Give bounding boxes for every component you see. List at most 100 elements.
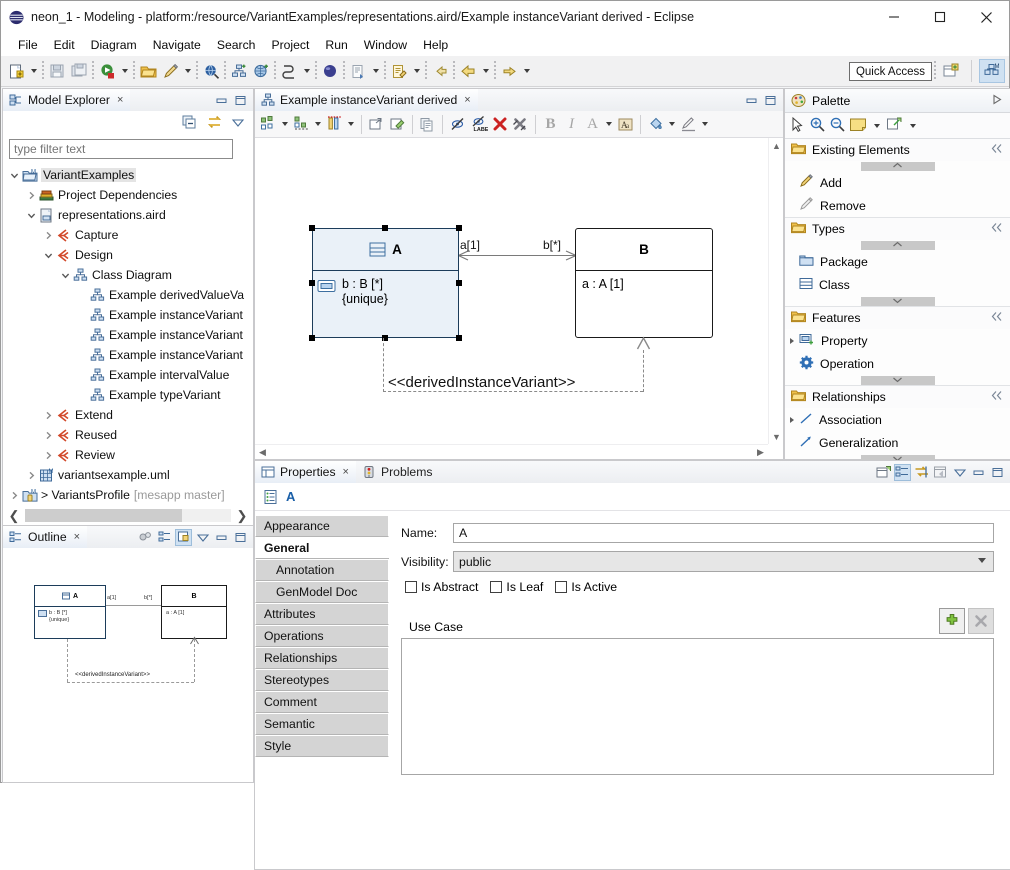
quick-access-input[interactable]: Quick Access bbox=[848, 61, 932, 81]
minimize-view-icon[interactable] bbox=[213, 529, 230, 546]
tree-item[interactable]: Review bbox=[3, 445, 253, 465]
scroll-up-icon[interactable]: ▲ bbox=[769, 138, 784, 153]
tab-model-explorer[interactable]: Model Explorer × bbox=[3, 89, 131, 111]
collapse-arrow-icon[interactable] bbox=[7, 485, 21, 505]
modeling-perspective-icon[interactable]: M bbox=[979, 59, 1005, 83]
annotate-icon[interactable] bbox=[388, 60, 410, 82]
note-icon[interactable] bbox=[849, 117, 867, 135]
menu-edit[interactable]: Edit bbox=[46, 36, 83, 54]
pencil-icon[interactable] bbox=[159, 60, 181, 82]
new-properties-view-icon[interactable] bbox=[875, 464, 892, 481]
palette-item[interactable]: Property bbox=[785, 329, 1010, 352]
tree-horizontal-scrollbar[interactable]: ❮ ❯ bbox=[3, 505, 253, 525]
menu-search[interactable]: Search bbox=[209, 36, 264, 54]
palette-scroll-up[interactable] bbox=[860, 162, 935, 171]
menu-window[interactable]: Window bbox=[356, 36, 415, 54]
palette-group-header[interactable]: Features bbox=[785, 307, 1010, 329]
outline-thumbnail[interactable]: A b : B [*] {unique} B a : A [1] a[1] b[… bbox=[3, 548, 253, 781]
tree-item[interactable]: M VariantExamples bbox=[3, 165, 253, 185]
align-icon[interactable] bbox=[291, 114, 312, 135]
expand-arrow-icon[interactable] bbox=[58, 265, 72, 285]
close-icon[interactable]: × bbox=[343, 466, 349, 478]
palette-item[interactable]: Add bbox=[785, 171, 1010, 194]
menu-run[interactable]: Run bbox=[317, 36, 355, 54]
selection-handle[interactable] bbox=[382, 225, 388, 231]
menu-navigate[interactable]: Navigate bbox=[145, 36, 209, 54]
align-dropdown-arrow[interactable] bbox=[312, 114, 324, 135]
expand-arrow-icon[interactable] bbox=[7, 165, 21, 185]
tree-item[interactable]: Example derivedValueVa bbox=[3, 285, 253, 305]
properties-tab-annotation[interactable]: Annotation bbox=[255, 559, 389, 581]
maximize-view-icon[interactable] bbox=[762, 92, 779, 109]
tree-item[interactable]: Example instanceVariant bbox=[3, 305, 253, 325]
scroll-right-icon[interactable]: ❯ bbox=[231, 507, 253, 525]
save-icon[interactable] bbox=[46, 60, 68, 82]
pin-properties-icon[interactable] bbox=[932, 464, 949, 481]
scroll-down-icon[interactable]: ▼ bbox=[769, 429, 784, 444]
tree-item[interactable]: Mvariantsexample.uml bbox=[3, 465, 253, 485]
fill-color-icon[interactable] bbox=[645, 114, 666, 135]
hide-label-icon[interactable]: LABEL bbox=[468, 114, 489, 135]
collapse-arrow-icon[interactable] bbox=[41, 445, 55, 465]
use-case-list[interactable] bbox=[401, 638, 994, 775]
tree-item[interactable]: Reused bbox=[3, 425, 253, 445]
line-color-dropdown-arrow[interactable] bbox=[699, 114, 711, 135]
scroll-thumb[interactable] bbox=[25, 509, 182, 522]
tree-item[interactable]: Extend bbox=[3, 405, 253, 425]
diagram-horizontal-scrollbar[interactable]: ◀ ▶ bbox=[255, 444, 768, 459]
properties-tab-style[interactable]: Style bbox=[255, 735, 389, 757]
properties-tab-comment[interactable]: Comment bbox=[255, 691, 389, 713]
palette-scroll-down[interactable] bbox=[860, 297, 935, 306]
scroll-left-icon[interactable]: ❮ bbox=[3, 507, 25, 525]
scroll-left-icon[interactable]: ◀ bbox=[255, 445, 270, 460]
association-line[interactable] bbox=[459, 255, 576, 256]
selection-handle[interactable] bbox=[456, 280, 462, 286]
palette-item[interactable]: Operation bbox=[785, 352, 1010, 375]
dependency-line-right[interactable] bbox=[643, 350, 644, 392]
palette-item[interactable]: Class bbox=[785, 273, 1010, 296]
class-node-b[interactable]: B a : A [1] bbox=[575, 228, 713, 338]
tree-item[interactable]: Example typeVariant bbox=[3, 385, 253, 405]
refactor-dropdown-arrow[interactable] bbox=[300, 60, 313, 82]
selection-handle[interactable] bbox=[309, 225, 315, 231]
arrange-all-icon[interactable] bbox=[258, 114, 279, 135]
properties-tab-general[interactable]: General bbox=[255, 537, 389, 559]
ruler-grid-icon[interactable] bbox=[324, 114, 345, 135]
fill-color-dropdown-arrow[interactable] bbox=[666, 114, 678, 135]
expand-arrow-icon[interactable] bbox=[41, 245, 55, 265]
pin-right-icon[interactable] bbox=[991, 93, 1004, 109]
view-menu-icon[interactable] bbox=[194, 529, 211, 546]
model-tree[interactable]: M VariantExamples Project Dependencies repr… bbox=[3, 163, 253, 525]
export-dropdown-arrow[interactable] bbox=[369, 60, 382, 82]
is-active-checkbox[interactable] bbox=[555, 581, 568, 593]
scroll-right-icon[interactable]: ▶ bbox=[753, 445, 768, 460]
properties-tab-attributes[interactable]: Attributes bbox=[255, 603, 389, 625]
delete-icon[interactable] bbox=[489, 114, 510, 135]
palette-item[interactable]: Package bbox=[785, 250, 1010, 273]
dependency-stereotype-label[interactable]: <<derivedInstanceVariant>> bbox=[388, 374, 575, 391]
forward-arrow-icon[interactable] bbox=[498, 60, 520, 82]
properties-tab-genmodel-doc[interactable]: GenModel Doc bbox=[255, 581, 389, 603]
collapse-arrow-icon[interactable] bbox=[24, 185, 38, 205]
copy-appearance-icon[interactable] bbox=[417, 114, 438, 135]
hide-element-icon[interactable] bbox=[447, 114, 468, 135]
thumbnail-outline-icon[interactable] bbox=[175, 528, 192, 546]
tree-item[interactable]: Capture bbox=[3, 225, 253, 245]
minimize-button[interactable] bbox=[871, 1, 917, 34]
properties-tab-appearance[interactable]: Appearance bbox=[255, 515, 389, 537]
properties-tab-relationships[interactable]: Relationships bbox=[255, 647, 389, 669]
link-with-editor-icon[interactable] bbox=[206, 115, 223, 133]
name-field[interactable] bbox=[453, 523, 994, 543]
diagram-canvas[interactable]: a[1] b[*] A b : B [*] {unique} B a: A [… bbox=[255, 138, 768, 444]
palette-scroll-up[interactable] bbox=[860, 241, 935, 250]
note-attachment-dropdown-arrow[interactable] bbox=[906, 115, 919, 137]
forward-dropdown-arrow[interactable] bbox=[520, 60, 533, 82]
selection-handle[interactable] bbox=[309, 280, 315, 286]
save-all-icon[interactable] bbox=[68, 60, 90, 82]
sphere-icon[interactable] bbox=[319, 60, 341, 82]
note-dropdown-arrow[interactable] bbox=[870, 115, 883, 137]
delete-from-model-icon[interactable] bbox=[510, 114, 531, 135]
back-arrow-small-icon[interactable] bbox=[429, 60, 451, 82]
maximize-view-icon[interactable] bbox=[232, 92, 249, 109]
pencil-dropdown-arrow[interactable] bbox=[181, 60, 194, 82]
